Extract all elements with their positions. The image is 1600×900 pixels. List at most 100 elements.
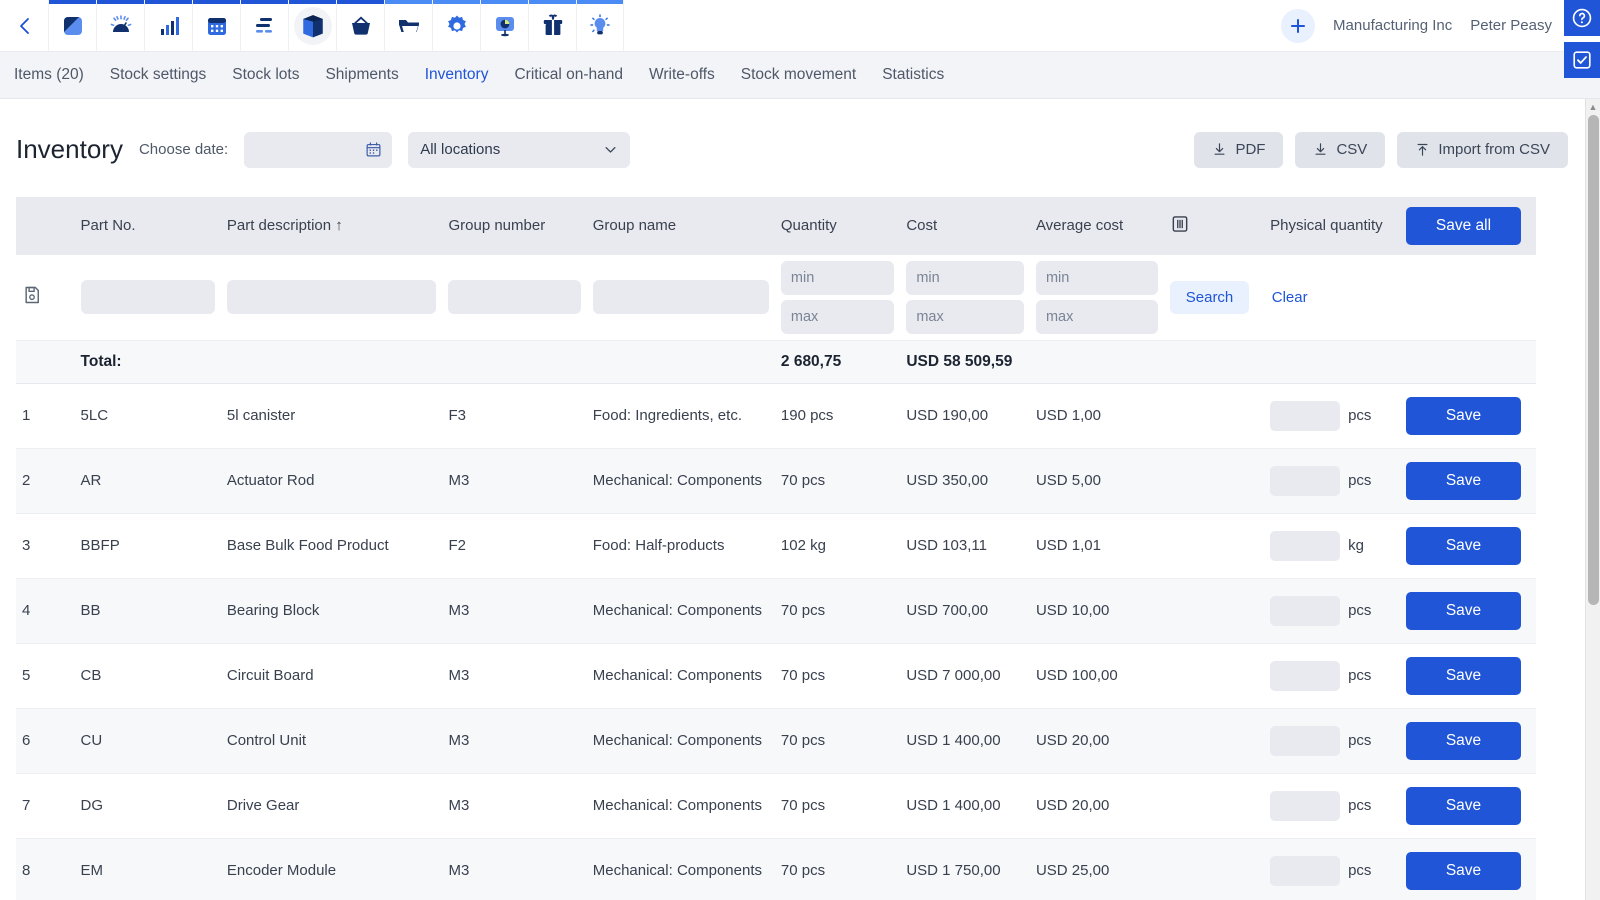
tab-items[interactable]: Items (20) bbox=[14, 66, 84, 84]
header-cost[interactable]: Cost bbox=[900, 197, 1030, 255]
row-part-description: Control Unit bbox=[221, 708, 443, 773]
chevron-left-icon bbox=[17, 16, 31, 36]
filter-part-description-input[interactable] bbox=[227, 280, 437, 314]
physical-quantity-input[interactable] bbox=[1270, 531, 1340, 561]
nav-icon-task-list[interactable] bbox=[240, 0, 288, 51]
filter-group-name-input[interactable] bbox=[593, 280, 769, 314]
nav-icon-dashboard-square[interactable] bbox=[48, 0, 96, 51]
physical-quantity-unit: pcs bbox=[1348, 731, 1371, 751]
row-cost: USD 7 000,00 bbox=[900, 643, 1030, 708]
header-part-description[interactable]: Part description ↑ bbox=[221, 197, 443, 255]
save-row-button[interactable]: Save bbox=[1406, 657, 1521, 695]
row-index: 8 bbox=[16, 838, 75, 900]
filter-average-cost-min-input[interactable] bbox=[1036, 261, 1158, 295]
tab-stock-settings[interactable]: Stock settings bbox=[110, 66, 207, 84]
tab-statistics[interactable]: Statistics bbox=[882, 66, 944, 84]
scroll-up-arrow[interactable]: ▲ bbox=[1586, 99, 1600, 114]
tab-critical-on-hand[interactable]: Critical on-hand bbox=[514, 66, 623, 84]
filter-cost-max-input[interactable] bbox=[906, 300, 1024, 334]
table-row[interactable]: 6CUControl UnitM3Mechanical: Components7… bbox=[16, 708, 1536, 773]
tab-stock-movement[interactable]: Stock movement bbox=[741, 66, 856, 84]
row-group-number: M3 bbox=[442, 448, 586, 513]
save-row-button[interactable]: Save bbox=[1406, 787, 1521, 825]
inventory-table-wrapper: Part No. Part description ↑ Group number… bbox=[0, 197, 1600, 900]
nav-icon-gauge[interactable] bbox=[96, 0, 144, 51]
table-row[interactable]: 3BBFPBase Bulk Food ProductF2Food: Half-… bbox=[16, 513, 1536, 578]
header-group-number[interactable]: Group number bbox=[442, 197, 586, 255]
tab-shipments[interactable]: Shipments bbox=[325, 66, 398, 84]
save-row-button[interactable]: Save bbox=[1406, 527, 1521, 565]
tab-stock-lots[interactable]: Stock lots bbox=[232, 66, 299, 84]
clear-button[interactable]: Clear bbox=[1272, 289, 1308, 306]
nav-icon-calendar[interactable] bbox=[192, 0, 240, 51]
physical-quantity-input[interactable] bbox=[1270, 791, 1340, 821]
table-row[interactable]: 15LC5l canisterF3Food: Ingredients, etc.… bbox=[16, 383, 1536, 448]
table-row[interactable]: 4BBBearing BlockM3Mechanical: Components… bbox=[16, 578, 1536, 643]
nav-icon-gift[interactable] bbox=[528, 0, 576, 51]
filter-group-number-input[interactable] bbox=[448, 280, 580, 314]
nav-icon-folder[interactable] bbox=[384, 0, 432, 51]
physical-quantity-input[interactable] bbox=[1270, 401, 1340, 431]
physical-quantity-input[interactable] bbox=[1270, 726, 1340, 756]
pdf-export-button[interactable]: PDF bbox=[1194, 132, 1283, 168]
filter-part-no-input[interactable] bbox=[81, 280, 215, 314]
scrollbar-thumb[interactable] bbox=[1588, 115, 1599, 605]
row-physical-quantity-cell: pcs bbox=[1264, 838, 1400, 900]
tab-inventory[interactable]: Inventory bbox=[425, 66, 489, 84]
nav-icon-lightbulb[interactable] bbox=[576, 0, 624, 51]
row-physical-quantity-cell: pcs bbox=[1264, 708, 1400, 773]
physical-quantity-input[interactable] bbox=[1270, 661, 1340, 691]
save-row-button[interactable]: Save bbox=[1406, 852, 1521, 890]
table-row[interactable]: 8EMEncoder ModuleM3Mechanical: Component… bbox=[16, 838, 1536, 900]
search-button[interactable]: Search bbox=[1170, 281, 1250, 314]
save-row-button[interactable]: Save bbox=[1406, 397, 1521, 435]
dashboard-square-icon bbox=[61, 14, 85, 38]
save-filter-button[interactable] bbox=[22, 293, 42, 310]
physical-quantity-input[interactable] bbox=[1270, 466, 1340, 496]
row-group-number: M3 bbox=[442, 773, 586, 838]
save-row-button[interactable]: Save bbox=[1406, 722, 1521, 760]
date-picker[interactable] bbox=[244, 132, 392, 168]
header-part-no[interactable]: Part No. bbox=[75, 197, 221, 255]
save-row-button[interactable]: Save bbox=[1406, 462, 1521, 500]
table-row[interactable]: 5CBCircuit BoardM3Mechanical: Components… bbox=[16, 643, 1536, 708]
save-all-button[interactable]: Save all bbox=[1406, 207, 1521, 245]
physical-quantity-input[interactable] bbox=[1270, 856, 1340, 886]
table-row[interactable]: 7DGDrive GearM3Mechanical: Components70 … bbox=[16, 773, 1536, 838]
location-select[interactable]: All locations bbox=[408, 132, 630, 168]
filter-quantity-min-input[interactable] bbox=[781, 261, 894, 295]
back-button[interactable] bbox=[0, 0, 48, 51]
nav-icon-stock-cube[interactable] bbox=[288, 0, 336, 51]
csv-export-button[interactable]: CSV bbox=[1295, 132, 1385, 168]
table-row[interactable]: 2ARActuator RodM3Mechanical: Components7… bbox=[16, 448, 1536, 513]
nav-icon-reports[interactable] bbox=[480, 0, 528, 51]
physical-quantity-input[interactable] bbox=[1270, 596, 1340, 626]
nav-icon-basket[interactable] bbox=[336, 0, 384, 51]
save-row-button[interactable]: Save bbox=[1406, 592, 1521, 630]
row-group-name: Mechanical: Components bbox=[587, 448, 775, 513]
organization-name[interactable]: Manufacturing Inc bbox=[1333, 17, 1452, 34]
header-average-cost[interactable]: Average cost bbox=[1030, 197, 1164, 255]
row-physical-quantity-cell: pcs bbox=[1264, 578, 1400, 643]
filter-cost-min-input[interactable] bbox=[906, 261, 1024, 295]
nav-icon-settings[interactable] bbox=[432, 0, 480, 51]
help-button[interactable] bbox=[1564, 0, 1600, 36]
vertical-scrollbar[interactable]: ▲ bbox=[1585, 99, 1600, 900]
import-csv-button[interactable]: Import from CSV bbox=[1397, 132, 1568, 168]
filter-quantity-max-input[interactable] bbox=[781, 300, 894, 334]
row-quantity: 70 pcs bbox=[775, 448, 900, 513]
row-group-name: Mechanical: Components bbox=[587, 773, 775, 838]
user-name[interactable]: Peter Peasy bbox=[1470, 17, 1552, 34]
row-group-number: M3 bbox=[442, 708, 586, 773]
tab-write-offs[interactable]: Write-offs bbox=[649, 66, 715, 84]
add-button[interactable] bbox=[1281, 9, 1315, 43]
row-group-number: F3 bbox=[442, 383, 586, 448]
header-column-settings[interactable] bbox=[1164, 197, 1264, 255]
header-quantity[interactable]: Quantity bbox=[775, 197, 900, 255]
gauge-icon bbox=[109, 14, 133, 38]
nav-icon-bar-chart[interactable] bbox=[144, 0, 192, 51]
filter-average-cost-max-input[interactable] bbox=[1036, 300, 1158, 334]
header-group-name[interactable]: Group name bbox=[587, 197, 775, 255]
folder-icon bbox=[397, 14, 421, 38]
tasks-button[interactable] bbox=[1564, 42, 1600, 78]
